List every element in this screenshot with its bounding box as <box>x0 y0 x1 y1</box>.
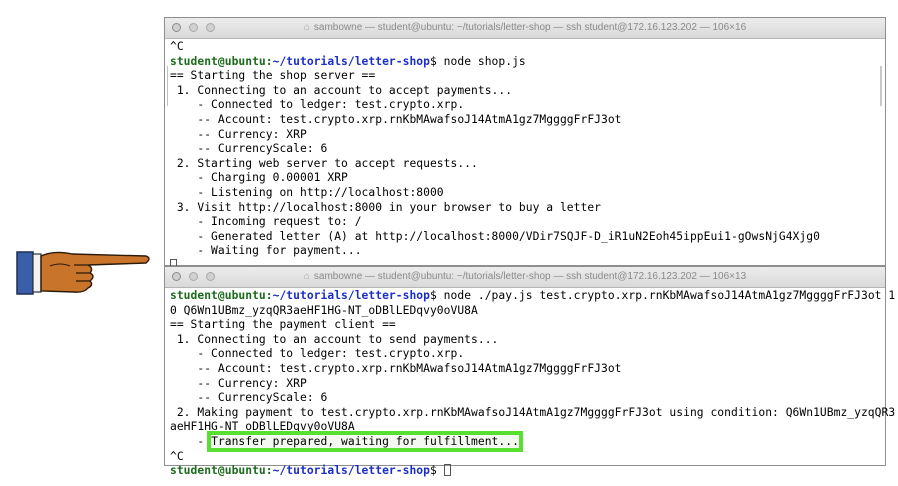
prompt-path: ~/tutorials/letter-shop <box>272 289 430 302</box>
prompt-user: student@ubuntu <box>170 464 266 478</box>
pointing-hand-icon <box>16 251 150 295</box>
terminal-line: 3. Visit http://localhost:8000 in your b… <box>170 200 602 214</box>
terminal-line: == Starting the shop server == <box>170 69 376 83</box>
terminal-line: student@ubuntu:~/tutorials/letter-shop$ … <box>170 55 885 70</box>
terminal-line: - Connected to ledger: test.crypto.xrp. <box>170 98 465 112</box>
terminal-line: ^C <box>170 40 184 53</box>
home-folder-icon: ⌂ <box>303 271 310 282</box>
prompt-separator: : <box>265 54 273 68</box>
terminal-line: aeHF1HG-NT_oDBlLEDqvy0oVU8A <box>170 420 355 434</box>
prompt-user: student@ubuntu <box>170 54 266 68</box>
terminal-line: - Waiting for payment... <box>170 244 362 258</box>
terminal-cursor[interactable] <box>443 464 451 477</box>
terminal-line: 2. Starting web server to accept request… <box>170 156 478 170</box>
terminal-line: 1. Connecting to an account to accept pa… <box>170 83 513 97</box>
window-title: sambowne — student@ubuntu: ~/tutorials/l… <box>313 22 747 33</box>
terminal-line: - Connected to ledger: test.crypto.xrp. <box>170 347 465 361</box>
terminal-line: - Listening on http://localhost:8000 <box>170 185 444 199</box>
command-text: node shop.js <box>436 54 526 68</box>
terminal-line: student@ubuntu:~/tutorials/letter-shop$ … <box>170 289 895 304</box>
terminal-line: -- CurrencyScale: 6 <box>170 142 328 156</box>
terminal-line: 2. Making payment to test.crypto.xrp.rnK… <box>170 405 896 419</box>
highlighted-status: Transfer prepared, waiting for fulfillme… <box>207 430 523 452</box>
home-folder-icon: ⌂ <box>303 22 310 33</box>
prompt-symbol: $ <box>429 54 437 68</box>
terminal-line: -- Account: test.crypto.xrp.rnKbMAwafsoJ… <box>170 361 622 375</box>
prompt-separator: : <box>265 464 273 478</box>
prompt-symbol: $ <box>429 464 437 478</box>
terminal-line: - Charging 0.00001 XRP <box>170 171 348 185</box>
terminal-output[interactable]: ^C student@ubuntu:~/tutorials/letter-shop… <box>165 39 885 274</box>
terminal-line: ^C <box>170 449 184 463</box>
terminal-line: -- Currency: XRP <box>170 127 307 141</box>
terminal-output[interactable]: student@ubuntu:~/tutorials/letter-shop$ … <box>165 288 896 479</box>
scrollbar[interactable] <box>880 66 882 106</box>
prompt-user: student@ubuntu <box>170 289 266 302</box>
command-text <box>437 464 444 477</box>
line-prefix: - <box>170 434 212 448</box>
terminal-line: 0 Q6Wn1UBmz_yzqQR3aeHF1HG-NT_oDBlLEDqvy0… <box>170 303 478 317</box>
terminal-line: - Transfer prepared, waiting for fulfill… <box>170 430 885 452</box>
window-titlebar[interactable]: ⌂ sambowne — student@ubuntu: ~/tutorials/… <box>165 18 885 39</box>
command-text: node ./pay.js test.crypto.xrp.rnKbMAwafs… <box>436 289 896 302</box>
prompt-symbol: $ <box>429 289 437 302</box>
terminal-window-pay[interactable]: ⌂ sambowne — student@ubuntu: ~/tutorials/… <box>164 266 895 477</box>
terminal-line: -- Account: test.crypto.xrp.rnKbMAwafsoJ… <box>170 112 622 126</box>
terminal-line: 1. Connecting to an account to send paym… <box>170 332 499 346</box>
window-titlebar[interactable]: ⌂ sambowne — student@ubuntu: ~/tutorials/… <box>165 267 885 288</box>
prompt-path: ~/tutorials/letter-shop <box>272 464 430 478</box>
terminal-line: -- CurrencyScale: 6 <box>170 391 328 405</box>
terminal-line: == Starting the payment client == <box>170 318 396 332</box>
window-title: sambowne — student@ubuntu: ~/tutorials/l… <box>313 271 747 282</box>
divider <box>167 66 168 106</box>
terminal-line: - Generated letter (A) at http://localho… <box>170 229 820 243</box>
terminal-line: student@ubuntu:~/tutorials/letter-shop$ <box>170 464 885 479</box>
terminal-line: - Incoming request to: / <box>170 215 362 229</box>
prompt-separator: : <box>265 289 273 302</box>
terminal-window-shop[interactable]: ⌂ sambowne — student@ubuntu: ~/tutorials/… <box>164 17 886 271</box>
terminal-line: -- Currency: XRP <box>170 376 307 390</box>
prompt-path: ~/tutorials/letter-shop <box>272 54 430 68</box>
